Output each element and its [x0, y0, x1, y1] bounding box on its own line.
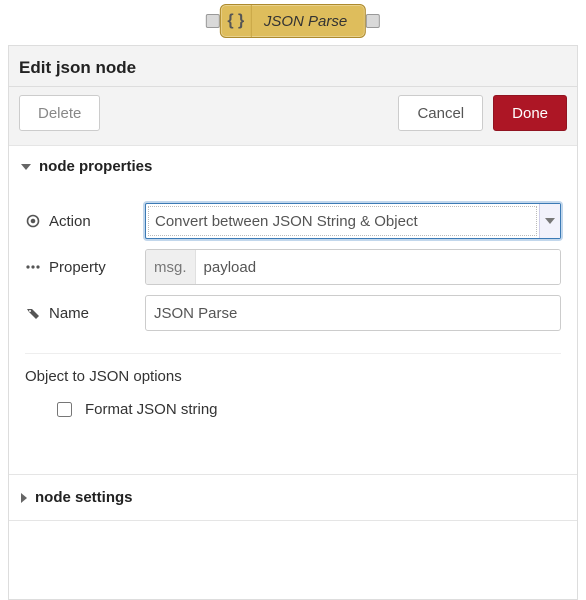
properties-body: Action Convert between JSON String & Obj… — [9, 187, 577, 420]
action-icon — [25, 214, 41, 228]
node-body[interactable]: { } JSON Parse — [220, 4, 366, 38]
select-arrow-icon — [539, 204, 560, 238]
label-property: Property — [49, 259, 106, 276]
node-output-port[interactable] — [366, 14, 380, 28]
format-json-label: Format JSON string — [85, 401, 218, 418]
property-icon — [25, 264, 41, 270]
section-toggle-settings[interactable]: node settings — [9, 475, 577, 520]
action-select-wrap[interactable]: Convert between JSON String & ObjectAlwa… — [145, 203, 561, 239]
property-prefix[interactable]: msg. — [146, 250, 196, 284]
delete-button[interactable]: Delete — [19, 95, 100, 131]
tray-title: Edit json node — [9, 46, 577, 87]
section-toggle-properties[interactable]: node properties — [9, 146, 577, 187]
tag-icon — [25, 306, 41, 320]
action-select[interactable]: Convert between JSON String & ObjectAlwa… — [148, 206, 537, 236]
property-typed-input[interactable]: msg. — [145, 249, 561, 285]
label-name: Name — [49, 305, 89, 322]
node-badge[interactable]: { } JSON Parse — [206, 4, 380, 38]
format-json-row[interactable]: Format JSON string — [53, 399, 561, 420]
json-braces-icon: { } — [221, 5, 252, 37]
object-to-json-heading: Object to JSON options — [25, 368, 561, 385]
chevron-right-icon — [21, 493, 27, 503]
row-property: Property msg. — [25, 249, 561, 285]
done-button[interactable]: Done — [493, 95, 567, 131]
format-json-checkbox[interactable] — [57, 402, 72, 417]
section-title-properties: node properties — [39, 158, 152, 175]
tray-toolbar: Delete Cancel Done — [9, 87, 577, 146]
property-input[interactable] — [196, 250, 560, 284]
chevron-down-icon — [21, 164, 31, 170]
node-input-port[interactable] — [206, 14, 220, 28]
row-name: Name — [25, 295, 561, 331]
row-action: Action Convert between JSON String & Obj… — [25, 203, 561, 239]
node-label: JSON Parse — [252, 13, 365, 30]
cancel-button[interactable]: Cancel — [398, 95, 483, 131]
label-action: Action — [49, 213, 91, 230]
section-title-settings: node settings — [35, 489, 133, 506]
name-input[interactable] — [145, 295, 561, 331]
edit-tray: Edit json node Delete Cancel Done node p… — [8, 46, 578, 600]
divider — [25, 353, 561, 354]
